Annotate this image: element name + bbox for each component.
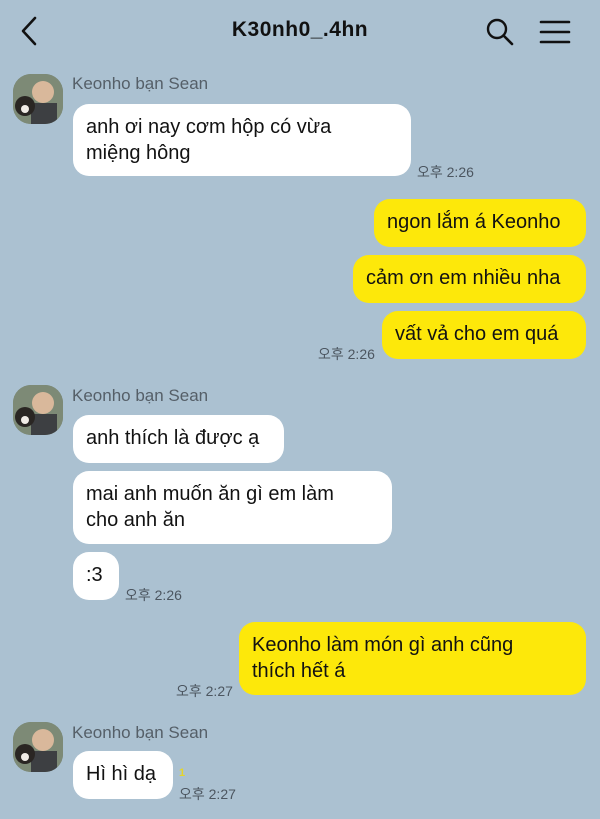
- message-time: 오후 2:26: [125, 587, 182, 603]
- profile-photo-icon: [13, 74, 63, 124]
- message-time: 오후 2:27: [176, 683, 233, 699]
- unread-count: 1: [179, 767, 186, 779]
- avatar[interactable]: [13, 74, 63, 124]
- message-bubble[interactable]: Keonho làm món gì anh cũng thích hết á: [239, 622, 586, 695]
- message-bubble[interactable]: anh thích là được ạ: [73, 415, 284, 463]
- message-bubble[interactable]: mai anh muốn ăn gì em làm cho anh ăn: [73, 471, 392, 544]
- message-time: 오후 2:26: [417, 164, 474, 180]
- profile-photo-icon: [13, 385, 63, 435]
- message-bubble[interactable]: Hì hì dạ: [73, 751, 173, 799]
- message-time: 오후 2:26: [318, 346, 375, 362]
- search-button[interactable]: [484, 16, 516, 48]
- sender-name: Keonho bạn Sean: [72, 723, 209, 742]
- message-bubble[interactable]: anh ơi nay cơm hộp có vừa miệng hông: [73, 104, 411, 176]
- chat-header: K30nh0_.4hn: [0, 0, 600, 62]
- profile-photo-icon: [13, 722, 63, 772]
- message-time: 오후 2:27: [179, 786, 236, 802]
- avatar[interactable]: [13, 722, 63, 772]
- message-bubble[interactable]: :3: [73, 552, 119, 600]
- sender-name: Keonho bạn Sean: [72, 74, 209, 93]
- search-icon: [486, 18, 514, 46]
- message-bubble[interactable]: ngon lắm á Keonho: [374, 199, 586, 247]
- sender-name: Keonho bạn Sean: [72, 386, 209, 405]
- message-bubble[interactable]: vất vả cho em quá: [382, 311, 586, 359]
- menu-button[interactable]: [538, 16, 572, 48]
- avatar[interactable]: [13, 385, 63, 435]
- message-bubble[interactable]: cảm ơn em nhiều nha: [353, 255, 586, 303]
- hamburger-menu-icon: [539, 20, 571, 44]
